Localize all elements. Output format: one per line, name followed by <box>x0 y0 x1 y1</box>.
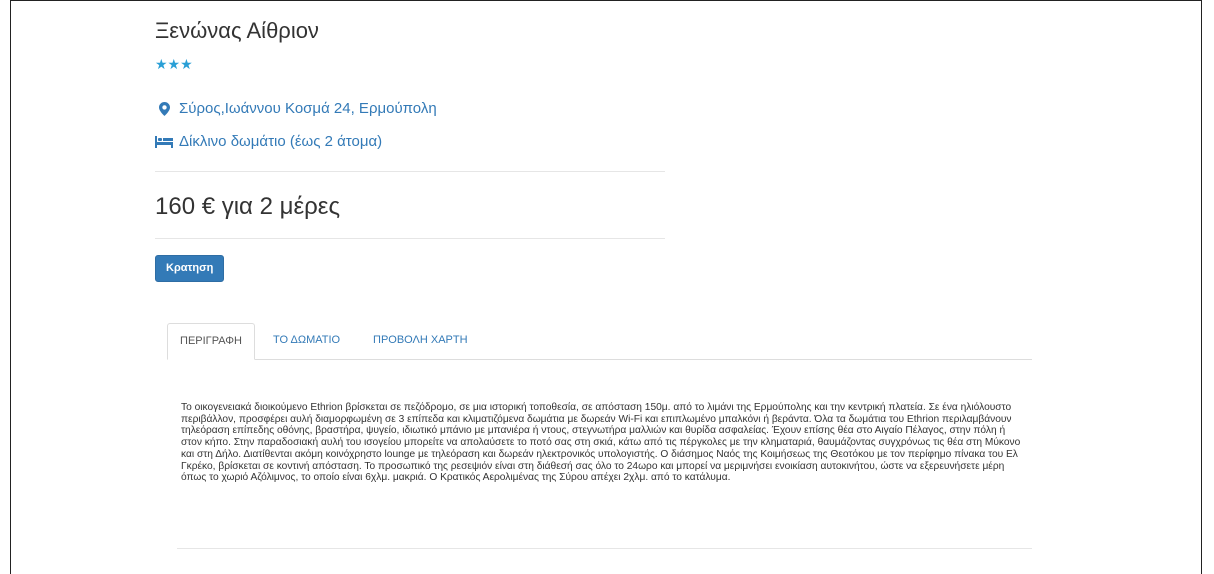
map-marker-icon <box>155 101 173 116</box>
tab-map[interactable]: ΠΡΟΒΟΛΗ ΧΑΡΤΗ <box>361 323 480 359</box>
divider <box>155 238 665 239</box>
page-frame <box>10 0 1202 574</box>
location-text: Σύρος,Ιωάννου Κοσμά 24, Ερμούπολη <box>179 100 437 117</box>
detail-tabs: ΠΕΡΙΓΡΑΦΗ ΤΟ ΔΩΜΑΤΙΟ ΠΡΟΒΟΛΗ ΧΑΡΤΗ <box>167 323 1032 360</box>
room-type-text: Δίκλινο δωμάτιο (έως 2 άτομα) <box>179 133 383 150</box>
hotel-location[interactable]: Σύρος,Ιωάννου Κοσμά 24, Ερμούπολη <box>155 100 437 117</box>
divider <box>177 548 1032 549</box>
description-text: Το οικογενειακά διοικούμενο Ethrion βρίσ… <box>181 402 1021 484</box>
hotel-title: Ξενώνας Αίθριον <box>155 18 319 43</box>
hotel-room-type[interactable]: Δίκλινο δωμάτιο (έως 2 άτομα) <box>155 133 382 150</box>
price-label: 160 € για 2 μέρες <box>155 193 341 220</box>
tab-room[interactable]: ΤΟ ΔΩΜΑΤΙΟ <box>261 323 352 359</box>
tab-description[interactable]: ΠΕΡΙΓΡΑΦΗ <box>167 323 255 360</box>
star-rating: ★★★ <box>155 56 193 72</box>
divider <box>155 171 665 172</box>
bed-icon <box>155 135 173 148</box>
book-button[interactable]: Κρατηση <box>155 255 225 282</box>
